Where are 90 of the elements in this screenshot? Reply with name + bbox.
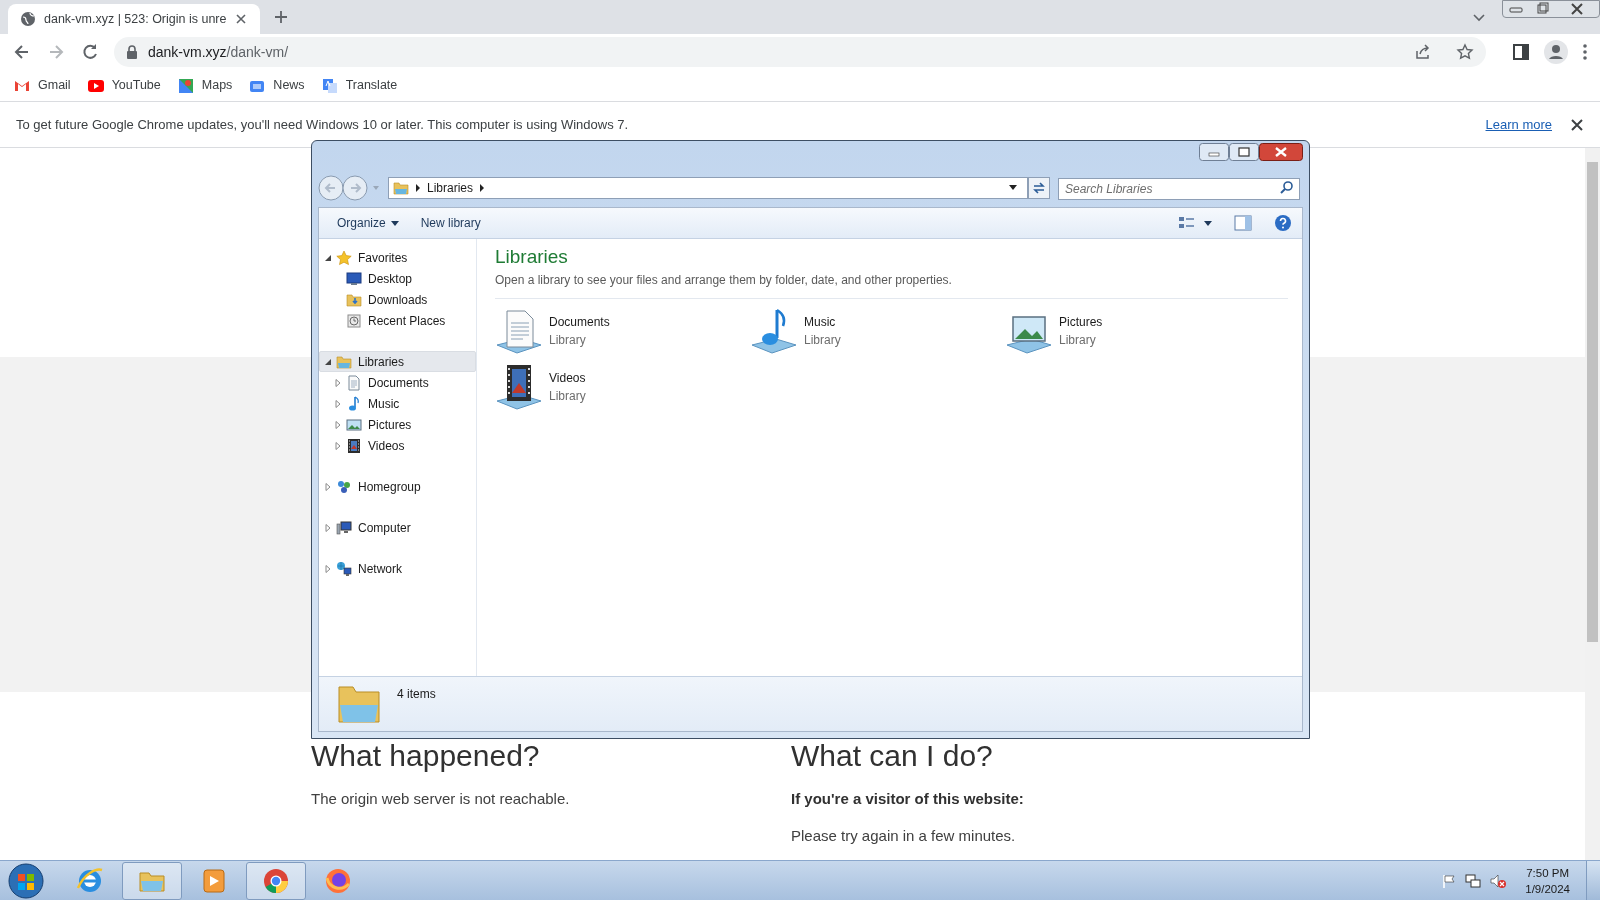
close-icon[interactable]	[1259, 143, 1303, 161]
people-icon	[336, 478, 352, 495]
toolbar-button[interactable]: Organize	[329, 211, 407, 235]
tree-item[interactable]: Network	[319, 558, 476, 579]
tree-item[interactable]: Homegroup	[319, 476, 476, 497]
learn-more-link[interactable]: Learn more	[1485, 114, 1552, 135]
library-description: Open a library to see your files and arrange them by folder, date, and other properties.	[495, 272, 953, 289]
clock-folder-icon	[346, 312, 362, 329]
infobar-message: To get future Google Chrome updates, you'll need Windows 10 or later. This computer is using Windows 7.	[16, 115, 630, 134]
globe-icon	[20, 11, 36, 27]
help-icon[interactable]	[1274, 214, 1292, 232]
chevron-icon	[415, 184, 421, 192]
scrollbar[interactable]	[1585, 148, 1600, 860]
menu-icon[interactable]	[1582, 43, 1588, 61]
section-heading: What can I do?	[791, 738, 994, 774]
network-icon[interactable]	[1465, 872, 1482, 889]
bookmark-link[interactable]: Gmail	[14, 73, 71, 98]
share-icon[interactable]	[1414, 43, 1432, 61]
document-icon	[346, 374, 362, 391]
library-tile[interactable]: Videos Library	[495, 363, 750, 411]
lock-icon	[126, 45, 138, 59]
taskbar-button[interactable]	[246, 861, 306, 900]
tree-item[interactable]: Recent Places	[319, 310, 476, 331]
document-library-icon	[495, 307, 543, 355]
refresh-icon[interactable]	[1028, 177, 1050, 199]
folder-icon	[346, 291, 362, 308]
search-field[interactable]: Search Libraries	[1058, 178, 1300, 200]
computer-icon	[336, 519, 352, 536]
side-panel-icon[interactable]	[1512, 43, 1530, 61]
music-library-icon	[750, 307, 798, 355]
close-icon[interactable]	[234, 12, 249, 26]
flag-icon[interactable]	[1441, 872, 1458, 889]
section-text: Please try again in a few minutes.	[791, 825, 1017, 846]
map-pin-icon	[177, 77, 194, 94]
speaker-muted-icon[interactable]	[1489, 872, 1508, 889]
chevron-icon[interactable]	[479, 184, 486, 192]
caret-icon[interactable]	[1009, 185, 1017, 191]
landscape-icon	[346, 416, 362, 433]
videos-library-icon	[495, 363, 543, 411]
bookmark-link[interactable]: News	[249, 73, 305, 98]
start-orb-icon[interactable]	[6, 861, 46, 900]
bookmark-link[interactable]: Maps	[177, 73, 233, 98]
tree-item[interactable]: Downloads	[319, 289, 476, 310]
tree-item[interactable]: Computer	[319, 517, 476, 538]
music-note-icon	[346, 395, 362, 412]
view-options-icon[interactable]	[1178, 215, 1214, 231]
browser-tab[interactable]: dank-vm.xyz | 523: Origin is unre	[8, 4, 261, 34]
section-heading: What happened?	[311, 738, 541, 774]
bookmark-star-icon[interactable]	[1456, 43, 1474, 61]
profile-icon[interactable]	[1544, 40, 1568, 64]
tree-item[interactable]: Videos	[319, 435, 476, 456]
address-bar[interactable]: Libraries	[388, 177, 1028, 199]
library-tile[interactable]: Documents Library	[495, 307, 750, 355]
network-icon	[336, 560, 352, 577]
section-subheading: If you're a visitor of this website:	[791, 789, 1025, 809]
tree-item[interactable]: Documents	[319, 372, 476, 393]
tab-title: dank-vm.xyz | 523: Origin is unre	[44, 10, 227, 28]
reload-icon[interactable]	[80, 42, 100, 62]
maximize-icon[interactable]	[1229, 143, 1259, 161]
bookmark-link[interactable]: YouTube	[87, 73, 161, 98]
search-icon[interactable]	[1280, 180, 1294, 194]
bookmark-link[interactable]: Translate	[321, 73, 398, 98]
close-icon[interactable]	[1570, 117, 1584, 132]
section-text: The origin web server is not reachable.	[311, 789, 571, 809]
url-text: dank-vm.xyz/dank-vm/	[148, 42, 289, 62]
translate-icon	[321, 77, 338, 94]
tree-item[interactable]: Music	[319, 393, 476, 414]
library-tile[interactable]: Music Library	[750, 307, 1005, 355]
film-strip-icon	[346, 437, 362, 454]
caret-icon	[390, 220, 399, 226]
library-heading: Libraries	[495, 245, 569, 269]
toolbar-button[interactable]: New library	[412, 211, 489, 235]
monitor-icon	[346, 270, 362, 287]
tab-list-icon[interactable]	[1472, 12, 1486, 22]
library-tile[interactable]: Pictures Library	[1005, 307, 1260, 355]
item-count: 4 items	[397, 686, 436, 703]
library-folder-icon	[393, 180, 409, 196]
tree-item[interactable]: Favorites	[319, 247, 476, 268]
scrollbar-thumb[interactable]	[1587, 162, 1598, 642]
tree-item[interactable]: Libraries	[319, 351, 476, 372]
tree-item[interactable]: Desktop	[319, 268, 476, 289]
play-icon	[87, 77, 104, 94]
forward-icon[interactable]	[342, 175, 368, 201]
breadcrumb-item[interactable]: Libraries	[427, 179, 474, 197]
library-folder-icon	[336, 353, 352, 370]
minimize-icon[interactable]	[1199, 143, 1229, 161]
address-bar[interactable]: dank-vm.xyz/dank-vm/	[114, 37, 1486, 67]
tree-item[interactable]: Pictures	[319, 414, 476, 435]
clock[interactable]: 7:50 PM 1/9/2024	[1525, 864, 1570, 897]
star-icon	[336, 249, 352, 266]
